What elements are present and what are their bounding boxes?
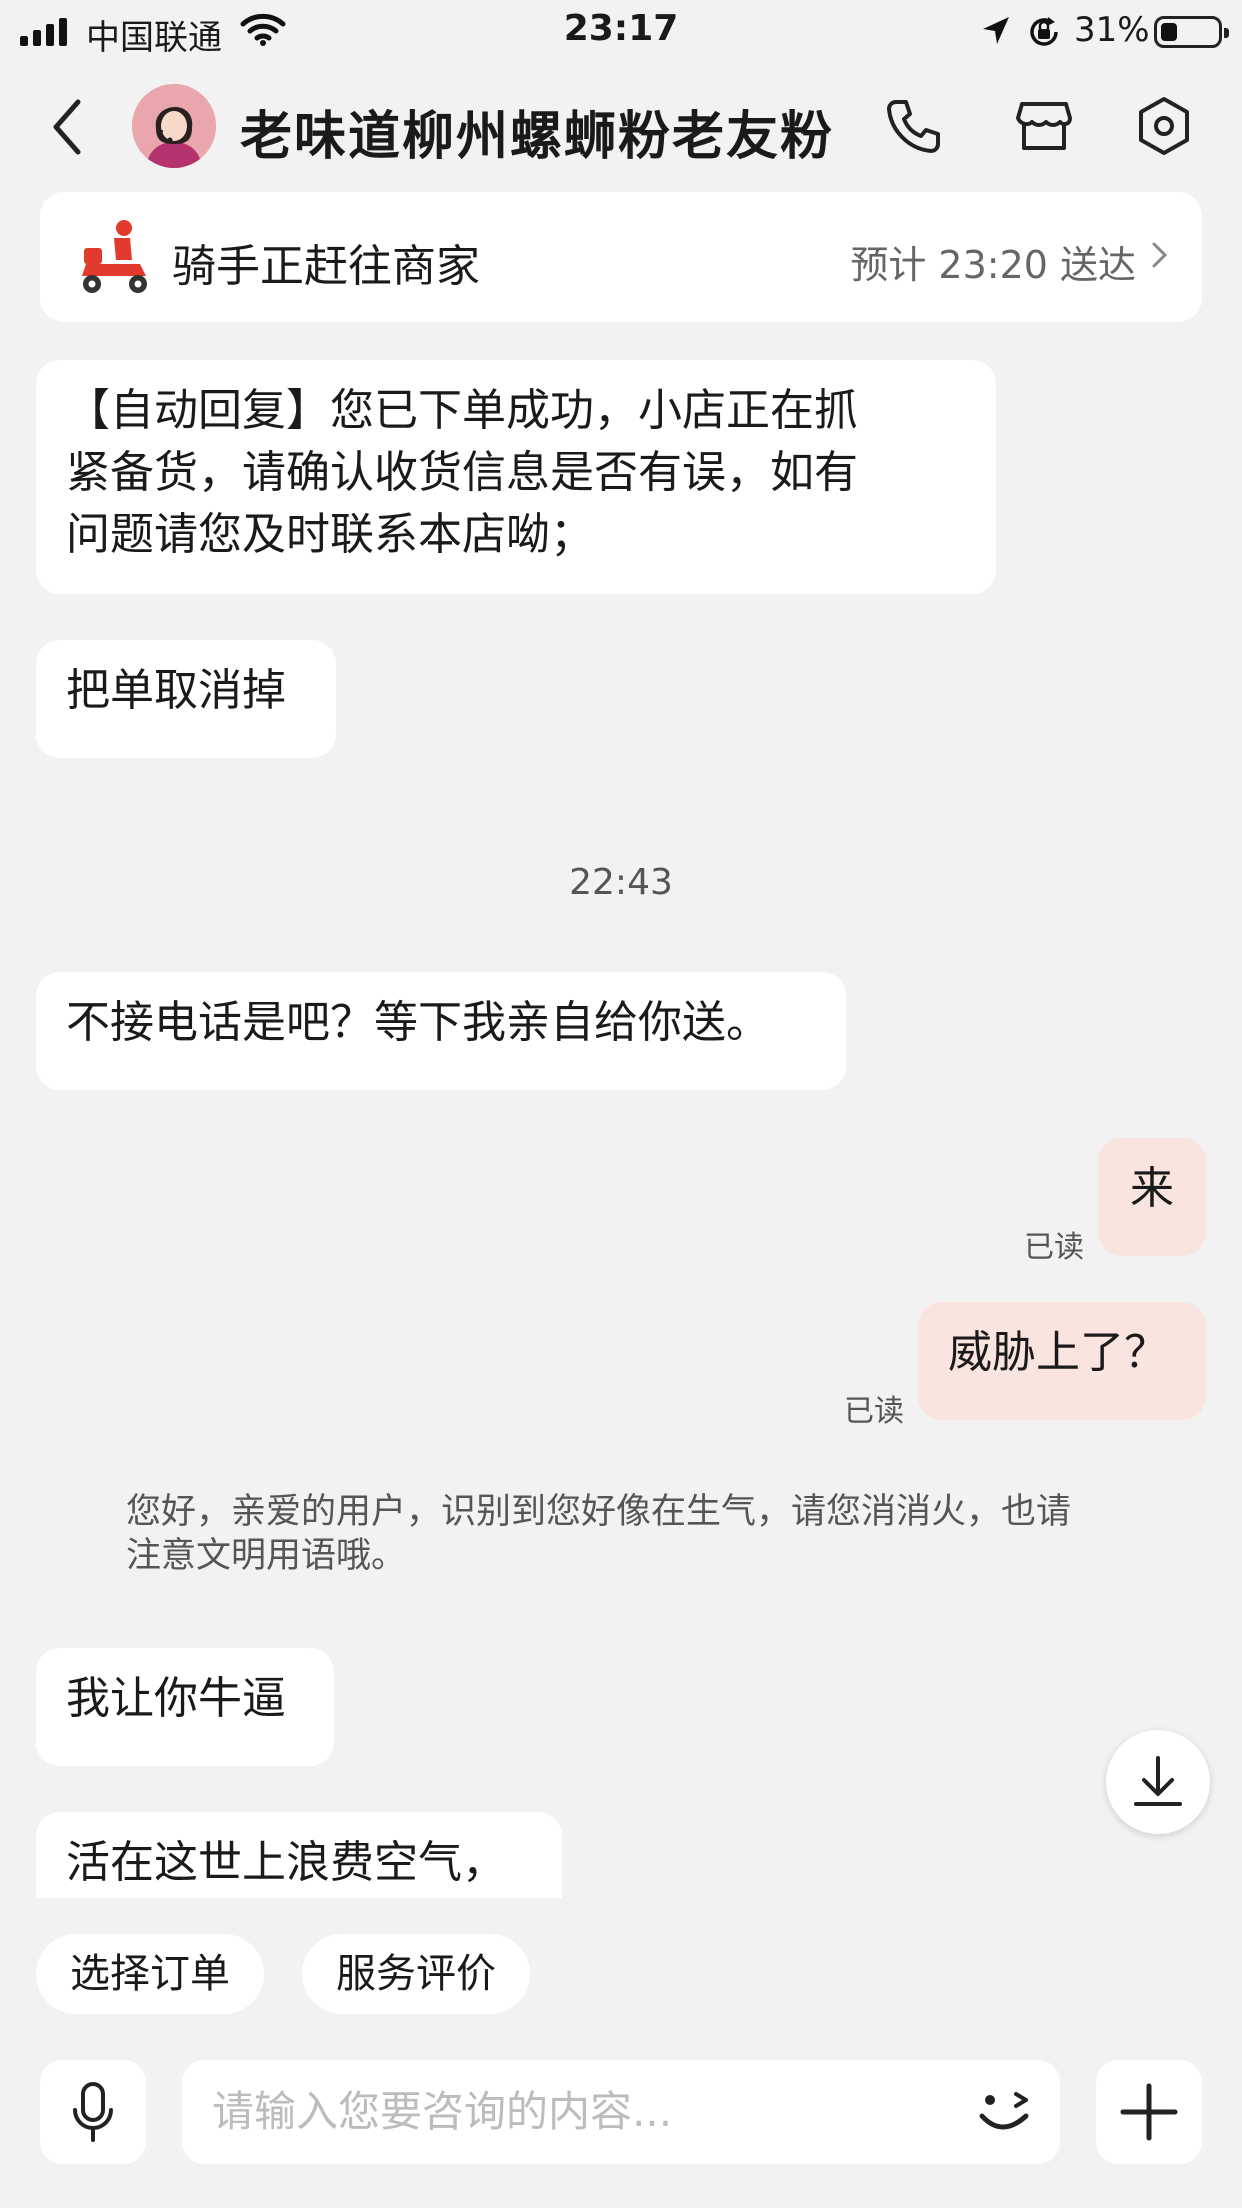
download-arrow-icon <box>1134 1756 1182 1806</box>
plus-icon <box>1120 2083 1178 2141</box>
scooter-rider-icon <box>82 220 147 293</box>
back-chevron-icon[interactable] <box>42 92 102 162</box>
emoji-wink-icon[interactable] <box>970 2080 1042 2144</box>
rider-status-card[interactable]: 骑手正赶往商家 预计 23:20 送达 <box>40 192 1202 322</box>
location-icon <box>983 17 1009 44</box>
message-line: 【自动回复】您已下单成功，小店正在抓 <box>66 385 858 436</box>
message-input[interactable] <box>182 2060 1060 2164</box>
avatar-icon <box>132 84 216 168</box>
message-line: 问题请您及时联系本店呦； <box>66 509 594 560</box>
message-text: 我让你牛逼 <box>66 1673 286 1724</box>
scroll-to-bottom-button[interactable] <box>1106 1730 1210 1834</box>
rotation-lock-icon <box>1030 17 1058 46</box>
message-text: 来 <box>1130 1163 1174 1214</box>
settings-icon[interactable] <box>1132 94 1196 158</box>
read-receipt: 已读 <box>1024 1230 1084 1265</box>
message-text: 活在这世上浪费空气， <box>66 1837 506 1888</box>
eta-text: 预计 23:20 送达 <box>850 243 1136 287</box>
page-title: 老味道柳州螺蛳粉老友粉 <box>240 107 835 167</box>
my-message-bubble: 来 <box>1098 1138 1206 1256</box>
message-bubble: 不接电话是吧？等下我亲自给你送。 <box>36 972 846 1090</box>
message-clip: 活在这世上浪费空气， <box>0 1812 1242 1898</box>
chevron-right-icon <box>1152 242 1168 268</box>
battery-icon <box>1154 16 1229 48</box>
status-bar: 中国联通 23:17 31% <box>0 0 1242 62</box>
select-order-chip[interactable]: 选择订单 <box>36 1934 264 2014</box>
message-text: 不接电话是吧？等下我亲自给你送。 <box>66 997 770 1048</box>
shop-avatar[interactable] <box>132 84 216 168</box>
auto-reply-bubble: 【自动回复】您已下单成功，小店正在抓 紧备货，请确认收货信息是否有误，如有 问题… <box>36 360 996 594</box>
voice-input-button[interactable] <box>40 2060 146 2164</box>
battery-percent: 31% <box>1074 10 1150 50</box>
microphone-icon <box>73 2082 113 2142</box>
phone-icon[interactable] <box>882 94 946 158</box>
service-review-chip[interactable]: 服务评价 <box>302 1934 530 2014</box>
message-bubble: 把单取消掉 <box>36 640 336 758</box>
more-options-button[interactable] <box>1096 2060 1202 2164</box>
store-icon[interactable] <box>1012 94 1076 158</box>
notice-line: 您好，亲爱的用户，识别到您好像在生气，请您消消火，也请 <box>126 1492 1072 1532</box>
read-receipt: 已读 <box>844 1394 904 1429</box>
message-text: 威胁上了？ <box>948 1327 1168 1378</box>
chat-header: 老味道柳州螺蛳粉老友粉 <box>0 70 1242 182</box>
rider-status-text: 骑手正赶往商家 <box>172 241 480 292</box>
my-message-bubble: 威胁上了？ <box>918 1302 1206 1420</box>
message-bubble: 活在这世上浪费空气， <box>36 1812 562 1898</box>
notice-line: 注意文明用语哦。 <box>126 1536 407 1576</box>
message-text: 把单取消掉 <box>66 665 286 716</box>
message-timestamp: 22:43 <box>569 862 673 903</box>
system-notice: 您好，亲爱的用户，识别到您好像在生气，请您消消火，也请 注意文明用语哦。 <box>126 1490 1126 1578</box>
message-line: 紧备货，请确认收货信息是否有误，如有 <box>66 447 858 498</box>
message-bubble: 我让你牛逼 <box>36 1648 334 1766</box>
